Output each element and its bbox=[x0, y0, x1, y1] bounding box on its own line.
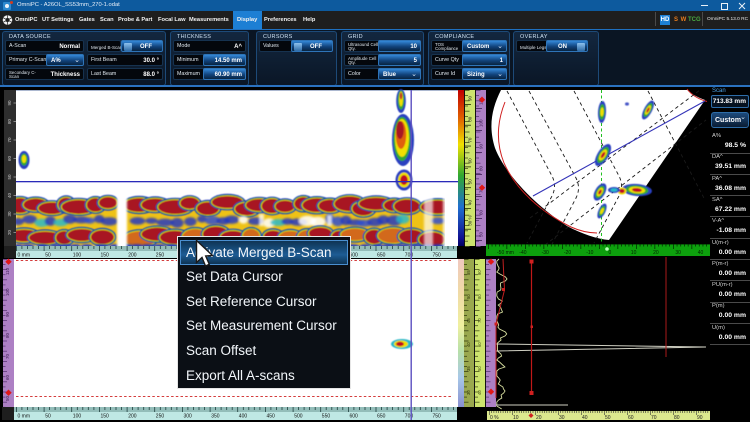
svg-text:100: 100 bbox=[73, 253, 82, 259]
svg-text:0 mm: 0 mm bbox=[18, 414, 31, 420]
svg-text:700: 700 bbox=[405, 253, 414, 259]
svg-text:40: 40 bbox=[698, 250, 704, 256]
svg-text:250: 250 bbox=[156, 414, 165, 420]
svg-text:30 %: 30 % bbox=[468, 216, 473, 226]
svg-text:500: 500 bbox=[294, 414, 303, 420]
svg-text:70: 70 bbox=[5, 353, 10, 359]
svg-text:60: 60 bbox=[479, 209, 484, 215]
svg-text:55: 55 bbox=[466, 270, 471, 275]
svg-text:-10: -10 bbox=[586, 250, 593, 256]
svg-text:10: 10 bbox=[631, 250, 637, 256]
svg-text:100: 100 bbox=[5, 288, 10, 296]
svg-text:40: 40 bbox=[468, 199, 473, 205]
svg-text:-30: -30 bbox=[542, 250, 549, 256]
svg-text:60: 60 bbox=[468, 158, 473, 164]
svg-text:20: 20 bbox=[7, 230, 12, 236]
svg-text:300: 300 bbox=[184, 414, 193, 420]
svg-text:60: 60 bbox=[477, 342, 482, 347]
svg-text:60: 60 bbox=[628, 415, 634, 421]
svg-text:10: 10 bbox=[513, 415, 519, 421]
svg-text:150: 150 bbox=[101, 253, 110, 259]
svg-text:90: 90 bbox=[477, 270, 482, 275]
svg-text:40: 40 bbox=[7, 193, 12, 199]
svg-text:80: 80 bbox=[479, 165, 484, 171]
svg-text:750: 750 bbox=[433, 414, 442, 420]
svg-text:60: 60 bbox=[5, 374, 10, 380]
svg-text:30: 30 bbox=[559, 415, 565, 421]
svg-text:350: 350 bbox=[211, 414, 220, 420]
svg-text:50: 50 bbox=[605, 415, 611, 421]
svg-text:50: 50 bbox=[45, 253, 51, 259]
svg-text:45: 45 bbox=[466, 318, 471, 323]
svg-text:50: 50 bbox=[479, 231, 484, 237]
svg-text:90: 90 bbox=[7, 100, 12, 106]
svg-text:20: 20 bbox=[536, 415, 542, 421]
svg-text:70: 70 bbox=[651, 415, 657, 421]
svg-text:90: 90 bbox=[479, 143, 484, 149]
svg-text:90: 90 bbox=[468, 95, 473, 101]
svg-text:110: 110 bbox=[5, 267, 10, 275]
svg-text:70: 70 bbox=[477, 318, 482, 323]
svg-text:0: 0 bbox=[609, 250, 612, 256]
svg-text:100: 100 bbox=[73, 414, 82, 420]
svg-text:80: 80 bbox=[477, 294, 482, 299]
svg-text:40: 40 bbox=[477, 390, 482, 395]
svg-text:-50 mm: -50 mm bbox=[497, 250, 514, 256]
svg-text:80: 80 bbox=[7, 119, 12, 125]
svg-text:200: 200 bbox=[128, 414, 137, 420]
svg-text:0 %: 0 % bbox=[490, 415, 499, 421]
svg-text:700: 700 bbox=[405, 414, 414, 420]
svg-text:50: 50 bbox=[477, 366, 482, 371]
svg-text:90: 90 bbox=[697, 415, 703, 421]
svg-text:600: 600 bbox=[350, 414, 359, 420]
svg-text:20: 20 bbox=[653, 250, 659, 256]
svg-text:35: 35 bbox=[466, 366, 471, 371]
svg-text:250: 250 bbox=[156, 253, 165, 259]
svg-text:100: 100 bbox=[479, 119, 484, 127]
svg-text:90: 90 bbox=[5, 311, 10, 317]
svg-text:30: 30 bbox=[675, 250, 681, 256]
svg-text:750: 750 bbox=[433, 253, 442, 259]
svg-text:30: 30 bbox=[7, 211, 12, 217]
svg-text:80: 80 bbox=[674, 415, 680, 421]
svg-text:450: 450 bbox=[267, 414, 276, 420]
svg-text:70: 70 bbox=[7, 137, 12, 143]
svg-text:50: 50 bbox=[7, 174, 12, 180]
svg-text:-20: -20 bbox=[564, 250, 571, 256]
svg-text:550: 550 bbox=[322, 414, 331, 420]
svg-text:200: 200 bbox=[128, 253, 137, 259]
svg-text:80: 80 bbox=[5, 332, 10, 338]
svg-text:50: 50 bbox=[466, 294, 471, 299]
svg-text:60: 60 bbox=[7, 156, 12, 162]
svg-text:650: 650 bbox=[377, 253, 386, 259]
svg-text:50: 50 bbox=[468, 179, 473, 185]
svg-text:40: 40 bbox=[582, 415, 588, 421]
svg-text:80: 80 bbox=[468, 116, 473, 122]
svg-text:50: 50 bbox=[45, 414, 51, 420]
svg-text:650: 650 bbox=[377, 414, 386, 420]
svg-text:70: 70 bbox=[468, 137, 473, 143]
svg-text:150: 150 bbox=[101, 414, 110, 420]
svg-text:400: 400 bbox=[239, 414, 248, 420]
svg-text:0 mm: 0 mm bbox=[18, 253, 31, 259]
svg-text:40: 40 bbox=[466, 342, 471, 347]
svg-text:30: 30 bbox=[466, 390, 471, 395]
svg-text:50: 50 bbox=[5, 395, 10, 401]
svg-text:-40: -40 bbox=[519, 250, 526, 256]
